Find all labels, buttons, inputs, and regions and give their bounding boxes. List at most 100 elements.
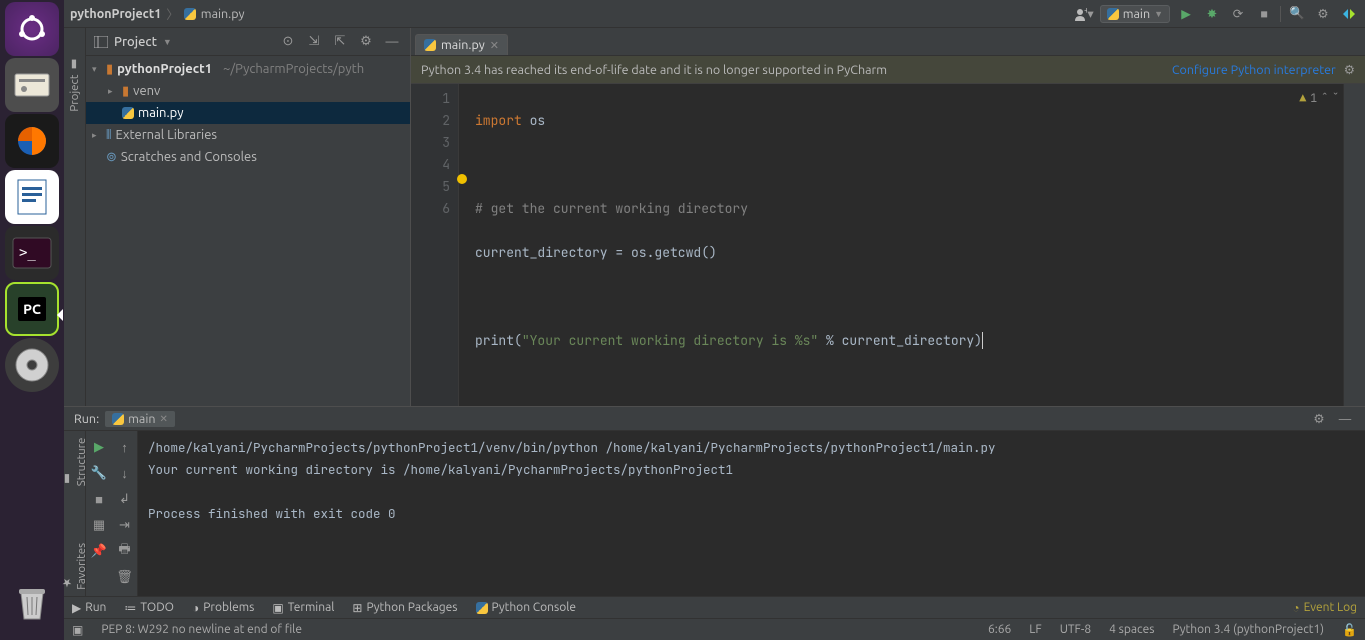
scratches-icon: ⊚ [106,150,117,165]
todo-tool-tab[interactable]: ≔ TODO [124,601,174,615]
run-with-coverage-icon[interactable]: ⟳ [1228,4,1248,24]
settings-icon[interactable]: ⚙ [1313,4,1333,24]
eol-warning-text: Python 3.4 has reached its end-of-life d… [421,63,887,77]
status-line-endings[interactable]: LF [1029,623,1041,636]
console-output[interactable]: /home/kalyani/PycharmProjects/pythonProj… [138,431,1365,596]
status-bar: ▣ PEP 8: W292 no newline at end of file … [64,618,1365,640]
stop-icon[interactable]: ■ [89,489,109,509]
svg-text:>_: >_ [19,245,36,261]
inspection-widgets[interactable]: ▲ 1 ˆ ˇ [1299,88,1339,110]
rerun-icon[interactable]: ▶ [89,437,109,457]
breadcrumb-project[interactable]: pythonProject1 [70,7,161,21]
warning-count: 1 [1310,88,1317,110]
run-tab-main[interactable]: main ✕ [105,411,175,427]
project-tree[interactable]: ▾ ▮ pythonProject1 ~/PycharmProjects/pyt… [86,56,410,406]
clear-all-icon[interactable]: 🗑 [115,567,135,587]
hide-panel-icon[interactable]: — [382,32,402,52]
breadcrumb-file[interactable]: main.py [201,7,245,21]
project-root-row[interactable]: ▾ ▮ pythonProject1 ~/PycharmProjects/pyt… [86,58,410,80]
run-body: ▮ Structure ★ Favorites ▶ 🔧 ■ ▦ 📌 ↑ ↓ ↲ … [64,431,1365,596]
event-log-tab[interactable]: ◔ Event Log [1292,601,1357,615]
up-stack-icon[interactable]: ↑ [115,437,135,457]
expand-all-icon[interactable]: ⇲ [304,32,324,52]
panel-settings-icon[interactable]: ⚙ [356,32,376,52]
run-tool-tab[interactable]: ▶ Run [72,601,106,615]
status-interpreter[interactable]: Python 3.4 (pythonProject1) [1172,623,1324,636]
breadcrumb-sep-icon: 〉 [166,4,179,23]
chevron-down-icon[interactable]: ▼ [163,37,172,47]
launcher-ubuntu-icon[interactable] [5,2,59,56]
debug-button-icon[interactable]: ✸ [1202,4,1222,24]
main-file-row[interactable]: main.py [86,102,410,124]
structure-tool-tab[interactable]: ▮ Structure [61,431,88,486]
line-number: 3 [411,132,450,154]
editor-gutter: 1 2 3 4 5 6 [411,84,459,406]
expand-arrow-icon[interactable]: ▸ [92,130,102,141]
add-user-icon[interactable]: +▾ [1074,4,1094,24]
next-highlight-icon[interactable]: ˇ [1332,88,1339,110]
expand-arrow-icon[interactable]: ▸ [108,86,118,97]
terminal-tool-tab[interactable]: ▣ Terminal [272,601,334,615]
run-tool-window: Run: main ✕ ⚙ — ▮ Structure ★ Favorites … [64,406,1365,596]
search-everywhere-icon[interactable]: 🔍 [1287,4,1307,24]
launcher-terminal-icon[interactable]: >_ [5,226,59,280]
favorites-tool-tab[interactable]: ★ Favorites [61,536,88,590]
prev-highlight-icon[interactable]: ˆ [1321,88,1328,110]
run-button-icon[interactable]: ▶ [1176,4,1196,24]
expand-arrow-icon[interactable]: ▾ [92,64,102,75]
python-console-tab[interactable]: Python Console [476,601,577,614]
status-encoding[interactable]: UTF-8 [1060,623,1091,636]
intention-bulb-icon[interactable] [457,174,467,184]
status-indent[interactable]: 4 spaces [1109,623,1154,636]
external-libs-row[interactable]: ▸ ⫴ External Libraries [86,124,410,146]
line-number: 2 [411,110,450,132]
close-tab-icon[interactable]: ✕ [490,39,499,52]
venv-folder-row[interactable]: ▸ ▮ venv [86,80,410,102]
python-packages-tab[interactable]: ⊞ Python Packages [352,601,457,615]
launcher-files-icon[interactable] [5,58,59,112]
launcher-libreoffice-icon[interactable] [5,170,59,224]
editor-tab-main[interactable]: main.py ✕ [415,34,508,55]
launcher-trash-icon[interactable] [5,576,59,630]
hide-run-panel-icon[interactable]: — [1335,409,1355,429]
top-right-actions: +▾ main ▼ ▶ ✸ ⟳ ■ 🔍 ⚙ [1074,4,1359,24]
project-panel: Project ▼ ⊙ ⇲ ⇱ ⚙ — ▾ ▮ pythonProject1 ~… [86,28,411,406]
stop-button-icon[interactable]: ■ [1254,4,1274,24]
python-icon [1107,8,1119,20]
status-cursor-pos[interactable]: 6:66 [988,623,1011,636]
launcher-disc-icon[interactable] [5,338,59,392]
scroll-end-icon[interactable]: ⇥ [115,515,135,535]
status-lock-icon[interactable]: 🔓 [1342,623,1357,637]
bottom-tool-bar: ▶ Run ≔ TODO ◑ Problems ▣ Terminal ⊞ Pyt… [64,596,1365,618]
layout-icon[interactable]: ▦ [89,515,109,535]
down-stack-icon[interactable]: ↓ [115,463,135,483]
problems-tool-tab[interactable]: ◑ Problems [192,601,254,615]
line-number: 6 [411,198,450,220]
locate-file-icon[interactable]: ⊙ [278,32,298,52]
folder-icon: ▮ [106,62,113,77]
close-run-tab-icon[interactable]: ✕ [160,413,168,425]
banner-settings-icon[interactable]: ⚙ [1344,62,1355,77]
status-tool-window-icon[interactable]: ▣ [72,623,83,637]
configure-interpreter-link[interactable]: Configure Python interpreter [1172,63,1336,77]
warning-icon[interactable]: ▲ [1299,88,1306,110]
python-icon [476,602,488,614]
tools-icon[interactable]: 🔧 [89,463,109,483]
launcher-pycharm-icon[interactable]: PC [5,282,59,336]
soft-wrap-icon[interactable]: ↲ [115,489,135,509]
chevron-down-icon: ▼ [1154,9,1163,19]
folder-icon: ▮ [122,84,129,99]
project-root-path: ~/PycharmProjects/pyth [223,62,364,76]
pin-icon[interactable]: 📌 [89,541,109,561]
status-pep8-message: PEP 8: W292 no newline at end of file [101,623,302,636]
code-with-me-icon[interactable] [1339,4,1359,24]
run-configuration-selector[interactable]: main ▼ [1100,5,1170,23]
project-tool-tab[interactable]: Project ▮ [68,58,82,112]
editor-right-rail[interactable] [1343,84,1365,406]
code-editor[interactable]: import os # get the current working dire… [459,84,1343,406]
launcher-firefox-icon[interactable] [5,114,59,168]
print-icon[interactable]: 🖶 [115,541,135,561]
collapse-all-icon[interactable]: ⇱ [330,32,350,52]
scratches-row[interactable]: ⊚ Scratches and Consoles [86,146,410,168]
editor-column: main.py ✕ Python 3.4 has reached its end… [411,28,1365,406]
